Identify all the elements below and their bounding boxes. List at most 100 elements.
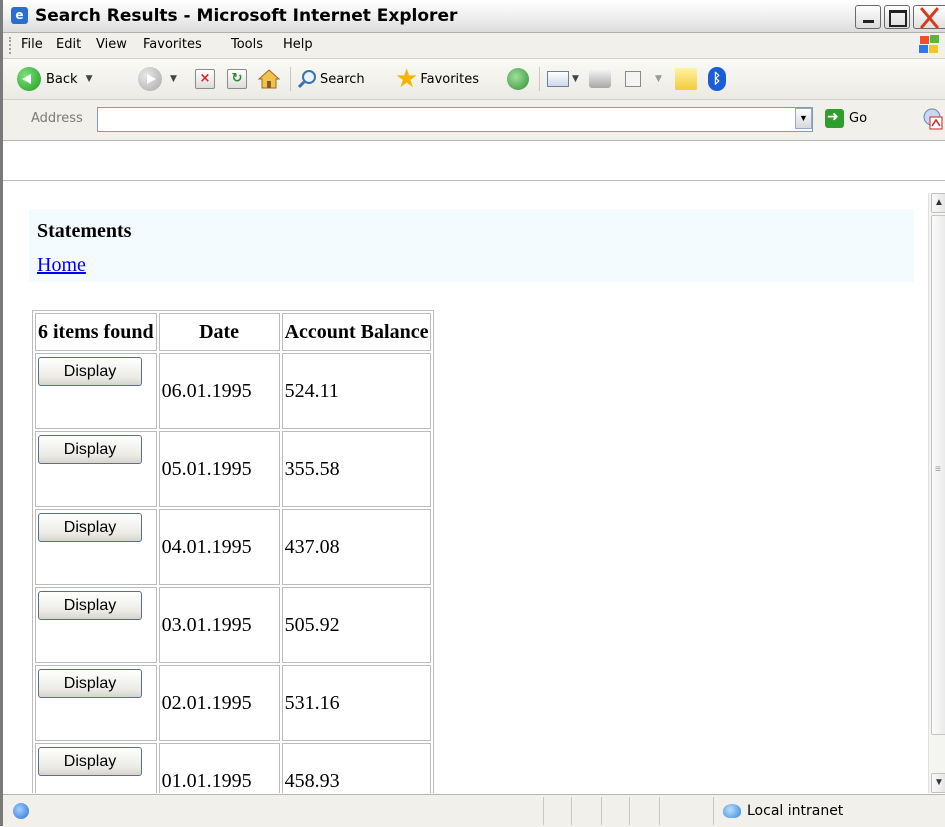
- menu-bar: File Edit View Favorites Tools Help: [3, 33, 945, 59]
- refresh-button[interactable]: ↻: [227, 65, 247, 93]
- balance-cell: 505.92: [281, 587, 432, 663]
- edit-icon: [625, 71, 641, 87]
- display-button[interactable]: Display: [38, 513, 142, 542]
- mail-button[interactable]: ▼: [547, 65, 579, 93]
- mail-icon: [547, 71, 569, 87]
- pdf-icon[interactable]: [921, 108, 943, 130]
- zone-label: Local intranet: [747, 803, 844, 819]
- address-label: Address: [31, 111, 83, 126]
- forward-dropdown-icon[interactable]: ▼: [170, 74, 177, 84]
- vertical-scrollbar[interactable]: ▲ ▼: [928, 193, 945, 793]
- go-label: Go: [849, 111, 868, 126]
- close-icon[interactable]: [913, 5, 945, 29]
- status-pane: [713, 797, 714, 825]
- menu-help[interactable]: Help: [283, 37, 313, 52]
- header-account-balance: Account Balance: [281, 313, 432, 351]
- header-items-found: 6 items found: [35, 313, 157, 351]
- standard-toolbar: Back ▼ ▼ × ↻ Search ★ Favorites ▼ ▼ ᛒ: [3, 59, 945, 100]
- home-icon: [258, 69, 280, 89]
- print-icon: [589, 70, 611, 88]
- history-button[interactable]: [507, 65, 529, 93]
- bluetooth-icon: ᛒ: [708, 67, 726, 91]
- back-arrow-icon: [17, 67, 41, 91]
- browser-window: e Search Results - Microsoft Internet Ex…: [0, 0, 945, 827]
- back-dropdown-icon[interactable]: ▼: [86, 74, 93, 84]
- note-button[interactable]: [675, 65, 697, 93]
- display-button[interactable]: Display: [38, 357, 142, 386]
- results-table: 6 items found Date Account Balance Displ…: [32, 310, 435, 793]
- address-dropdown-icon[interactable]: ▼: [795, 108, 812, 129]
- header-date: Date: [158, 313, 280, 351]
- table-row: Display 02.01.1995 531.16: [35, 665, 432, 741]
- scroll-up-icon[interactable]: ▲: [931, 193, 945, 213]
- page-content: Statements Home 6 items found Date Accou…: [6, 193, 928, 793]
- forward-arrow-icon: [138, 67, 162, 91]
- toolbar-separator: [539, 67, 540, 91]
- refresh-icon: ↻: [227, 69, 247, 89]
- page-title: Statements: [37, 220, 132, 242]
- menu-favorites[interactable]: Favorites: [143, 37, 202, 52]
- address-bar: Address ▼ Go: [3, 100, 945, 141]
- security-zone[interactable]: Local intranet: [723, 803, 843, 819]
- balance-cell: 531.16: [281, 665, 432, 741]
- stop-icon: ×: [195, 69, 215, 89]
- home-link[interactable]: Home: [37, 254, 86, 277]
- minimize-icon[interactable]: [855, 5, 881, 29]
- mail-dropdown-icon[interactable]: ▼: [572, 74, 579, 84]
- date-cell: 02.01.1995: [158, 665, 280, 741]
- search-button[interactable]: Search: [297, 65, 365, 93]
- display-button[interactable]: Display: [38, 591, 142, 620]
- date-cell: 06.01.1995: [158, 353, 280, 429]
- favorites-star-icon: ★: [395, 64, 419, 94]
- stop-button[interactable]: ×: [195, 65, 215, 93]
- date-cell: 03.01.1995: [158, 587, 280, 663]
- edit-button[interactable]: [625, 65, 641, 93]
- display-button[interactable]: Display: [38, 747, 142, 776]
- header-band: [29, 209, 914, 282]
- status-bar: Local intranet: [3, 794, 945, 827]
- action-cell: Display: [35, 743, 157, 793]
- status-pane: [543, 797, 544, 825]
- ie-logo-icon: e: [11, 7, 28, 24]
- menu-view[interactable]: View: [96, 37, 127, 52]
- display-button[interactable]: Display: [38, 435, 142, 464]
- balance-cell: 355.58: [281, 431, 432, 507]
- status-pane: [601, 797, 602, 825]
- action-cell: Display: [35, 509, 157, 585]
- window-title: Search Results - Microsoft Internet Expl…: [35, 6, 458, 26]
- menu-edit[interactable]: Edit: [56, 37, 81, 52]
- action-cell: Display: [35, 431, 157, 507]
- date-cell: 01.01.1995: [158, 743, 280, 793]
- home-button[interactable]: [258, 65, 280, 93]
- maximize-icon[interactable]: [884, 5, 910, 29]
- scroll-thumb[interactable]: [931, 215, 945, 735]
- action-cell: Display: [35, 353, 157, 429]
- intranet-icon: [723, 804, 741, 818]
- edit-dropdown[interactable]: ▼: [655, 65, 662, 93]
- table-row: Display 06.01.1995 524.11: [35, 353, 432, 429]
- favorites-button[interactable]: ★ Favorites: [395, 65, 479, 93]
- table-row: Display 05.01.1995 355.58: [35, 431, 432, 507]
- address-input[interactable]: [97, 107, 813, 132]
- go-button[interactable]: Go: [825, 109, 867, 128]
- table-row: Display 03.01.1995 505.92: [35, 587, 432, 663]
- forward-button[interactable]: ▼: [138, 65, 177, 93]
- back-label: Back: [46, 71, 78, 87]
- table-header-row: 6 items found Date Account Balance: [35, 313, 432, 351]
- status-pane: [571, 797, 572, 825]
- toolbar-separator: [290, 67, 291, 91]
- scroll-down-icon[interactable]: ▼: [931, 773, 945, 793]
- print-button[interactable]: [589, 65, 611, 93]
- page-status-icon: [13, 803, 29, 819]
- date-cell: 05.01.1995: [158, 431, 280, 507]
- menu-tools[interactable]: Tools: [231, 37, 263, 52]
- note-icon: [675, 68, 697, 90]
- menu-grip: [9, 37, 13, 54]
- content-top-border: [3, 180, 945, 194]
- bluetooth-button[interactable]: ᛒ: [708, 65, 726, 93]
- display-button[interactable]: Display: [38, 669, 142, 698]
- back-button[interactable]: Back ▼: [17, 65, 92, 93]
- menu-file[interactable]: File: [21, 37, 43, 52]
- balance-cell: 458.93: [281, 743, 432, 793]
- status-pane: [629, 797, 630, 825]
